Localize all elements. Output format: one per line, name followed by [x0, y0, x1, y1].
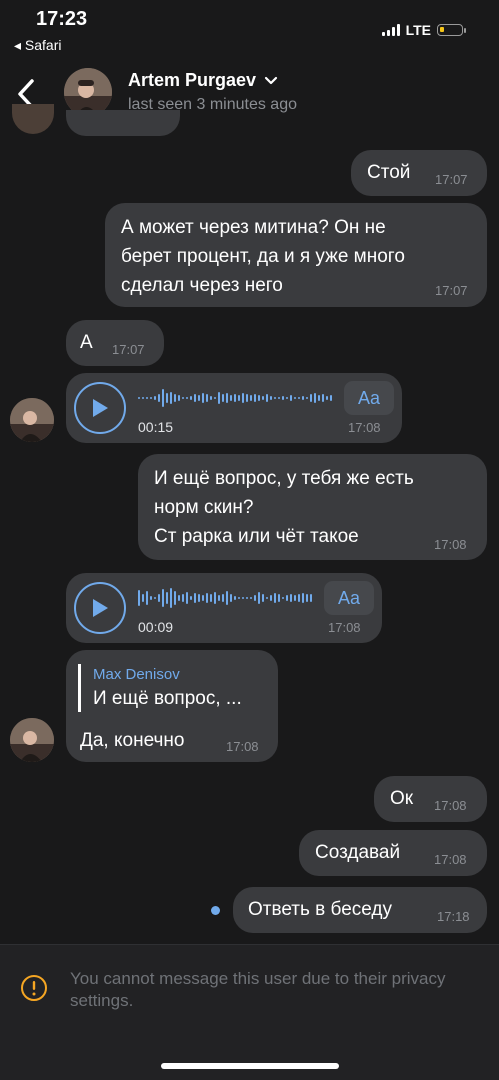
warning-icon — [21, 975, 47, 1001]
transcribe-button[interactable]: Aa — [344, 381, 394, 415]
contact-avatar[interactable] — [64, 68, 112, 116]
transcribe-button[interactable]: Aa — [324, 581, 374, 615]
play-button[interactable] — [74, 582, 126, 634]
status-time: 17:23 — [36, 8, 88, 30]
voice-duration: 00:15 — [138, 419, 174, 435]
voice-message-bubble[interactable]: Aa 00:15 17:08 — [66, 373, 402, 443]
contact-name-button[interactable]: Artem Purgaev — [128, 70, 278, 91]
avatar-photo — [64, 68, 112, 116]
reply-quote[interactable]: Max Denisov И ещё вопрос, ... — [78, 664, 271, 712]
message-bubble-outgoing[interactable]: И ещё вопрос, у тебя же есть норм скин? … — [138, 454, 487, 560]
message-time: 17:18 — [437, 909, 470, 924]
chevron-down-icon — [264, 76, 278, 84]
message-text: Создавай — [315, 842, 401, 863]
message-bubble-outgoing[interactable]: Создавай 17:08 — [299, 830, 487, 876]
message-line: норм скин? — [154, 497, 254, 518]
message-bubble-outgoing[interactable]: Ок 17:08 — [374, 776, 487, 822]
voice-duration: 00:09 — [138, 619, 174, 635]
message-bubble-incoming[interactable]: Max Denisov И ещё вопрос, ... Да, конечн… — [66, 650, 278, 762]
message-time: 17:07 — [435, 172, 468, 187]
voice-waveform[interactable] — [138, 386, 332, 410]
voice-message-bubble[interactable]: Aa 00:09 17:08 — [66, 573, 382, 643]
play-button[interactable] — [74, 382, 126, 434]
message-line: сделал через него — [121, 275, 283, 296]
message-line: А может через митина? Он не — [121, 217, 386, 238]
message-line: Ст рарка или чёт такое — [154, 526, 359, 547]
network-label: LTE — [405, 22, 431, 38]
message-line: И ещё вопрос, у тебя же есть — [154, 468, 414, 489]
reply-text: И ещё вопрос, ... — [93, 688, 242, 709]
message-text: И ещё вопрос, у тебя же есть норм скин? … — [154, 464, 414, 551]
composer-area — [0, 944, 499, 1080]
message-time: 17:08 — [434, 798, 467, 813]
message-text: Стой — [367, 162, 411, 183]
sender-avatar[interactable] — [10, 398, 54, 442]
signal-icon — [381, 24, 400, 36]
play-icon — [93, 399, 108, 417]
contact-name: Artem Purgaev — [128, 70, 257, 90]
message-bubble-outgoing[interactable]: Ответь в беседу 17:18 — [233, 887, 487, 933]
back-to-safari-link[interactable]: ◂ Safari — [14, 37, 62, 54]
message-time: 17:08 — [348, 420, 381, 435]
sender-avatar — [12, 104, 54, 134]
message-time: 17:07 — [112, 342, 145, 357]
previous-message-bubble[interactable] — [66, 110, 180, 136]
play-icon — [93, 599, 108, 617]
footer-divider — [0, 944, 499, 945]
message-time: 17:08 — [226, 739, 259, 754]
sender-avatar[interactable] — [10, 718, 54, 762]
message-bubble-outgoing[interactable]: Стой 17:07 — [351, 150, 487, 196]
message-text: Ок — [390, 788, 414, 809]
privacy-notice: You cannot message this user due to thei… — [70, 969, 446, 1010]
unread-indicator — [211, 906, 220, 915]
battery-icon — [437, 24, 466, 36]
reply-author: Max Denisov — [93, 666, 180, 683]
message-text: Да, конечно — [80, 730, 185, 751]
message-time: 17:08 — [434, 537, 467, 552]
message-time: 17:08 — [434, 852, 467, 867]
message-text: А может через митина? Он не берет процен… — [121, 213, 405, 300]
message-time: 17:08 — [328, 620, 361, 635]
message-bubble-outgoing[interactable]: А может через митина? Он не берет процен… — [105, 203, 487, 307]
home-indicator[interactable] — [161, 1063, 339, 1069]
message-text: А — [80, 332, 93, 353]
voice-waveform[interactable] — [138, 586, 312, 610]
message-line: берет процент, да и я уже много — [121, 246, 405, 267]
message-text: Ответь в беседу — [248, 899, 393, 920]
avatar-photo — [10, 718, 54, 762]
status-indicators: LTE — [381, 22, 466, 38]
avatar-photo — [10, 398, 54, 442]
message-bubble-incoming[interactable]: А 17:07 — [66, 320, 164, 366]
message-time: 17:07 — [435, 283, 468, 298]
